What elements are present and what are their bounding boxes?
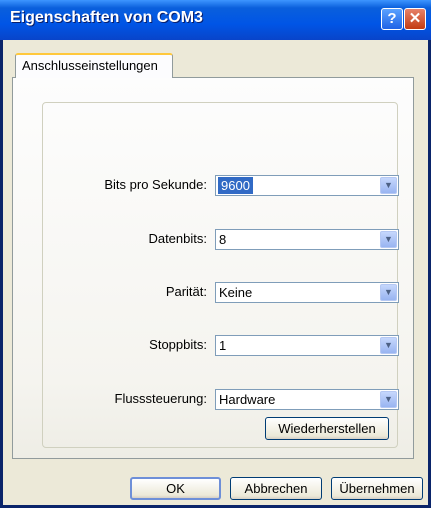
cancel-button[interactable]: Abbrechen [230, 477, 322, 500]
parity-value: Keine [219, 285, 253, 300]
restore-defaults-button[interactable]: Wiederherstellen [265, 417, 389, 440]
window-title: Eigenschaften von COM3 [10, 9, 203, 26]
settings-group: Bits pro Sekunde: 9600 ▼ Datenbits: 8 ▼ … [42, 102, 399, 448]
data-bits-select[interactable]: 8 ▼ [215, 229, 399, 250]
chevron-down-icon[interactable]: ▼ [380, 337, 397, 354]
tab-port-settings[interactable]: Anschlusseinstellungen [15, 53, 173, 78]
chevron-down-icon[interactable]: ▼ [380, 284, 397, 301]
close-icon[interactable]: ✕ [404, 8, 426, 30]
bits-per-second-label: Bits pro Sekunde: [104, 177, 207, 192]
stop-bits-select[interactable]: 1 ▼ [215, 335, 399, 356]
dialog-window: Eigenschaften von COM3 ? ✕ Anschlusseins… [0, 0, 431, 508]
stop-bits-value: 1 [219, 338, 227, 353]
data-bits-value: 8 [219, 232, 227, 247]
apply-button[interactable]: Übernehmen [331, 477, 423, 500]
bits-per-second-select[interactable]: 9600 ▼ [215, 175, 399, 196]
tab-panel: Bits pro Sekunde: 9600 ▼ Datenbits: 8 ▼ … [12, 77, 414, 459]
parity-select[interactable]: Keine ▼ [215, 282, 399, 303]
ok-button[interactable]: OK [130, 477, 221, 500]
flow-control-label: Flusssteuerung: [114, 391, 208, 406]
chevron-down-icon[interactable]: ▼ [380, 391, 397, 408]
dialog-client-area: Anschlusseinstellungen Bits pro Sekunde:… [3, 40, 428, 505]
parity-label: Parität: [165, 284, 207, 299]
title-bar: Eigenschaften von COM3 ? ✕ [0, 0, 431, 40]
flow-control-value: Hardware [219, 392, 276, 407]
stop-bits-label: Stoppbits: [149, 337, 207, 352]
help-icon[interactable]: ? [381, 8, 403, 30]
chevron-down-icon[interactable]: ▼ [380, 177, 397, 194]
bits-per-second-value: 9600 [218, 177, 253, 194]
chevron-down-icon[interactable]: ▼ [380, 231, 397, 248]
flow-control-select[interactable]: Hardware ▼ [215, 389, 399, 410]
data-bits-label: Datenbits: [148, 231, 207, 246]
